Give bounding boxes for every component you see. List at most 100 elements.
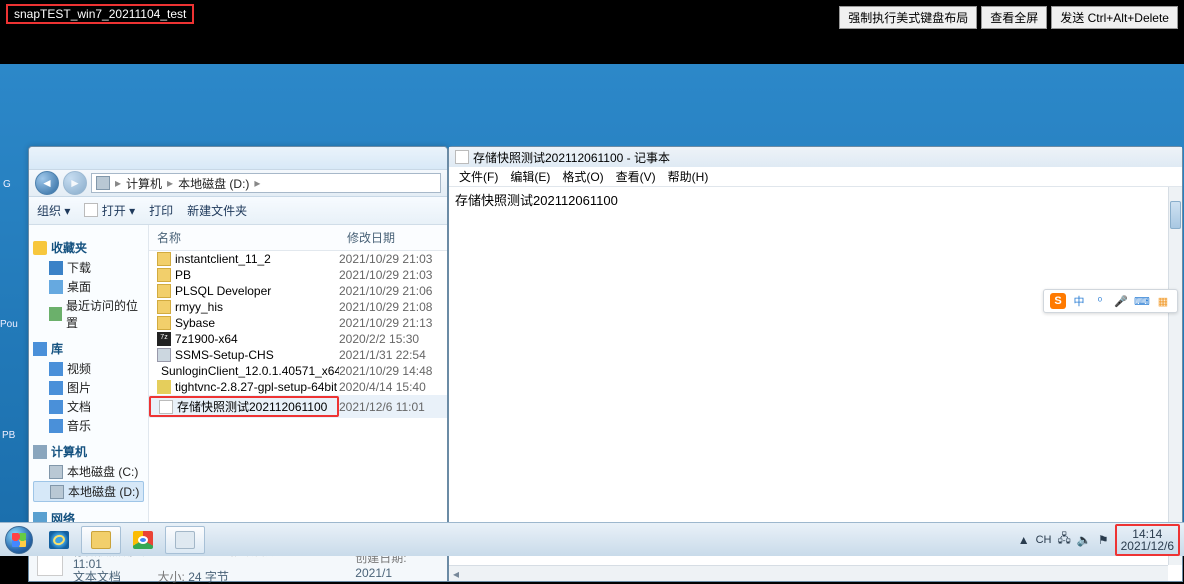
ime-softkeyboard-button[interactable]: ⌨ [1134,293,1150,309]
file-date: 2021/1/31 22:54 [339,348,439,362]
sidebar-item-drive-d[interactable]: 本地磁盘 (D:) [33,481,144,502]
breadcrumb-drive[interactable]: 本地磁盘 (D:) [178,175,249,192]
fullscreen-button[interactable]: 查看全屏 [981,6,1047,29]
sidebar-favorites[interactable]: 收藏夹 [33,237,144,258]
sidebar-item-drive-c[interactable]: 本地磁盘 (C:) [33,462,144,481]
file-row[interactable]: PLSQL Developer 2021/10/29 21:06 [149,283,447,299]
vm-title: snapTEST_win7_20211104_test [6,4,194,24]
tray-network-icon[interactable]: 🖧 [1058,529,1071,550]
ime-toolbar[interactable]: S 中 ᵒ 🎤 ⌨ ▦ [1043,289,1178,313]
taskbar-chrome[interactable] [123,526,163,554]
notepad-textarea[interactable]: 存储快照测试202112061100 [449,187,1168,565]
file-date: 2021/10/29 21:06 [339,284,439,298]
sidebar-libraries[interactable]: 库 [33,338,144,359]
file-row[interactable]: SunloginClient_12.0.1.40571_x642021/10/2… [149,363,447,379]
start-button[interactable] [0,523,38,557]
taskbar-explorer[interactable] [81,526,121,554]
notepad-icon [455,150,469,164]
file-date: 2021/10/29 14:48 [339,364,439,378]
picture-icon [49,381,63,395]
ime-punct-toggle[interactable]: ᵒ [1092,293,1108,309]
menu-help[interactable]: 帮助(H) [664,167,713,186]
notepad-icon [175,531,195,549]
menu-view[interactable]: 查看(V) [612,167,660,186]
ime-voice-button[interactable]: 🎤 [1113,293,1129,309]
sidebar-item-videos[interactable]: 视频 [33,359,144,378]
library-icon [33,342,47,356]
document-icon [49,400,63,414]
fold-icon [157,316,171,330]
download-icon [49,261,63,275]
file-type-icon [37,554,63,576]
toolbar-open[interactable]: 打开 ▾ [84,202,135,219]
file-row[interactable]: tightvnc-2.8.27-gpl-setup-64bit2020/4/14… [149,379,447,395]
file-name: SunloginClient_12.0.1.40571_x64 [161,364,339,378]
send-cad-button[interactable]: 发送 Ctrl+Alt+Delete [1051,6,1178,29]
breadcrumb-computer[interactable]: 计算机 [126,175,162,192]
desktop[interactable]: G PB Pou ◄ ► ▸ 计算机 ▸ 本地磁盘 (D:) ▸ 组织 ▾ 打开… [0,64,1184,522]
windows-orb-icon [5,526,33,554]
file-name: 存储快照测试202112061100 [177,398,327,415]
toolbar-print[interactable]: 打印 [149,202,173,219]
explorer-titlebar[interactable] [29,147,447,169]
txt-icon [159,400,173,414]
desktop-label-g: G [3,179,11,190]
exe7z-icon: 7z [157,332,171,346]
column-name[interactable]: 名称 [149,225,339,250]
file-row[interactable]: 存储快照测试2021120611002021/12/6 11:01 [149,395,447,418]
sidebar-item-pictures[interactable]: 图片 [33,378,144,397]
sidebar-item-music[interactable]: 音乐 [33,416,144,435]
drive-icon [50,485,64,499]
file-name: PLSQL Developer [175,284,271,298]
sidebar-computer[interactable]: 计算机 [33,441,144,462]
file-row[interactable]: Sybase2021/10/29 21:13 [149,315,447,331]
menu-format[interactable]: 格式(O) [558,167,607,186]
file-row[interactable]: PB2021/10/29 21:03 [149,267,447,283]
toolbar-new-folder[interactable]: 新建文件夹 [187,202,247,219]
menu-file[interactable]: 文件(F) [455,167,502,186]
fold-icon [157,252,171,266]
taskbar-ie[interactable] [39,526,79,554]
tray-language[interactable]: CH [1036,534,1052,546]
ime-skin-button[interactable]: ▦ [1155,293,1171,309]
star-icon [33,241,47,255]
sidebar-item-documents[interactable]: 文档 [33,397,144,416]
menu-edit[interactable]: 编辑(E) [506,167,554,186]
scrollbar-thumb[interactable] [1170,201,1181,229]
sidebar-item-desktop[interactable]: 桌面 [33,277,144,296]
tray-volume-icon[interactable]: 🔈 [1077,533,1092,547]
file-row[interactable]: instantclient_11_22021/10/29 21:03 [149,251,447,267]
clock-date: 2021/12/6 [1121,540,1174,552]
ime-lang-toggle[interactable]: 中 [1071,293,1087,309]
fold-icon [157,284,171,298]
file-row[interactable]: SSMS-Setup-CHS2021/1/31 22:54 [149,347,447,363]
breadcrumb[interactable]: ▸ 计算机 ▸ 本地磁盘 (D:) ▸ [91,173,441,193]
computer-icon [33,445,47,459]
nav-back-button[interactable]: ◄ [35,171,59,195]
tray-show-hidden[interactable]: ▲ [1018,533,1030,547]
breadcrumb-sep: ▸ [254,176,260,190]
sogou-logo-icon[interactable]: S [1050,293,1066,309]
file-name: instantclient_11_2 [175,252,271,266]
tray-clock[interactable]: 14:14 2021/12/6 [1115,524,1180,556]
scroll-left-arrow[interactable]: ◂ [449,567,463,581]
force-us-keyboard-button[interactable]: 强制执行美式键盘布局 [839,6,977,29]
sidebar-item-downloads[interactable]: 下载 [33,258,144,277]
toolbar-organize[interactable]: 组织 ▾ [37,202,70,219]
notepad-titlebar[interactable]: 存储快照测试202112061100 - 记事本 [449,147,1182,167]
file-row[interactable]: rmyy_his 2021/10/29 21:08 [149,299,447,315]
tray-action-center-icon[interactable]: ⚑ [1098,533,1109,547]
file-date: 2021/10/29 21:08 [339,300,439,314]
file-row[interactable]: 7z7z1900-x642020/2/2 15:30 [149,331,447,347]
video-icon [49,362,63,376]
nav-forward-button[interactable]: ► [63,171,87,195]
sidebar-item-recent[interactable]: 最近访问的位置 [33,296,144,332]
horizontal-scrollbar[interactable]: ◂ [449,565,1168,581]
desktop-icon [49,280,63,294]
column-date[interactable]: 修改日期 [339,225,439,250]
taskbar-notepad[interactable] [165,526,205,554]
vertical-scrollbar[interactable] [1168,187,1182,565]
file-name: PB [175,268,191,282]
fold-icon [157,300,171,314]
file-name: rmyy_his [175,300,223,314]
